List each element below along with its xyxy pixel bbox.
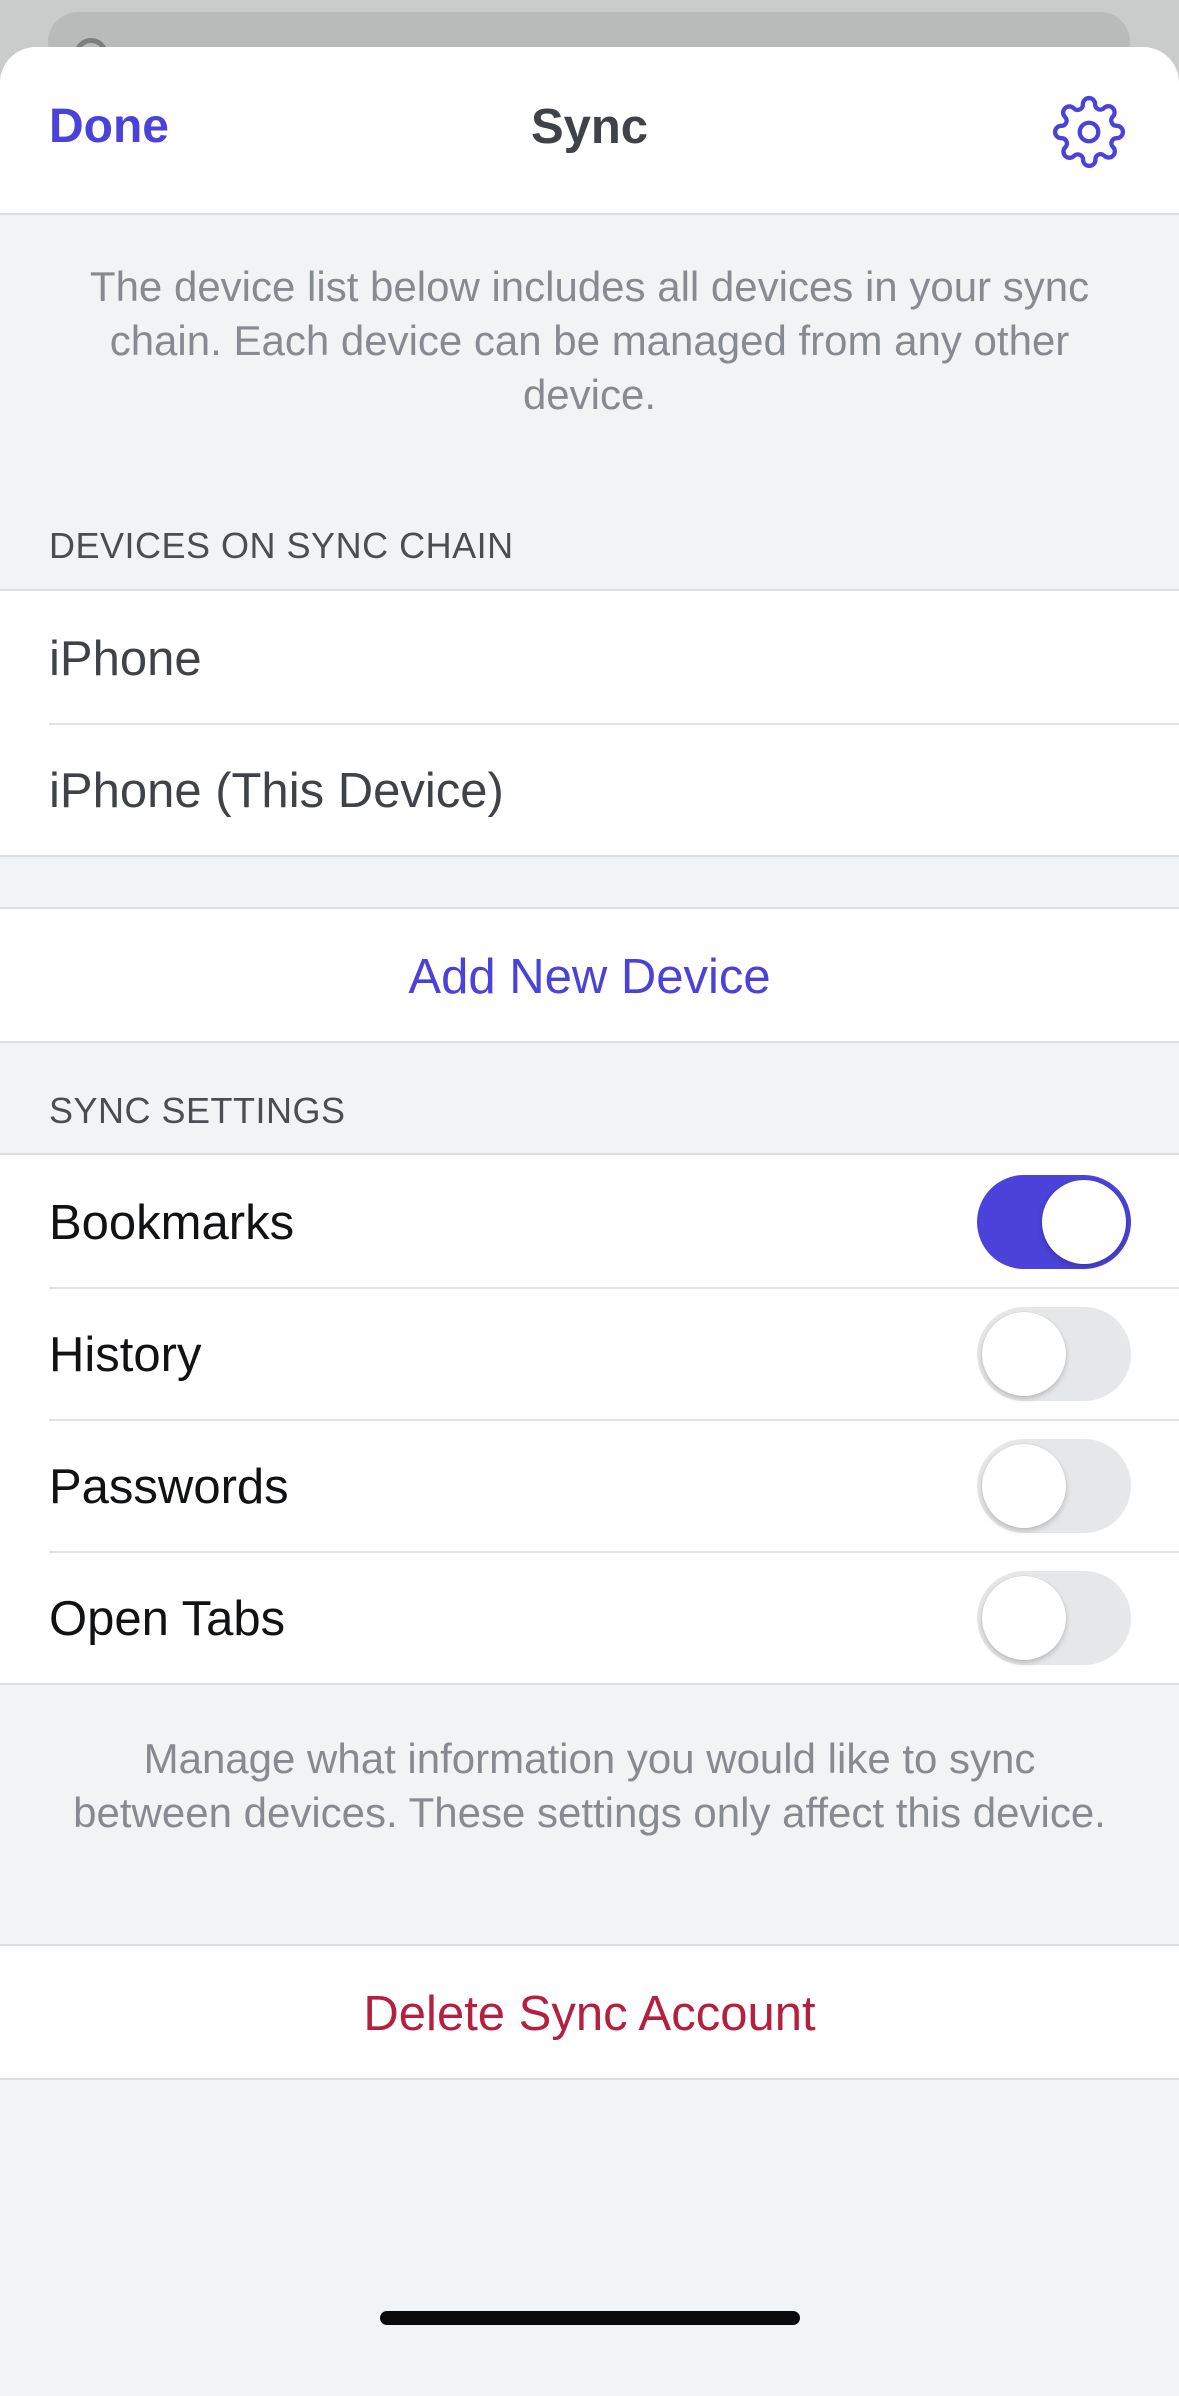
sync-setting-open-tabs: Open Tabs [0,1551,1179,1683]
device-list-description: The device list below includes all devic… [89,263,1090,418]
sync-setting-history: History [0,1287,1179,1419]
history-toggle[interactable] [977,1307,1131,1401]
sync-setting-bookmarks: Bookmarks [0,1155,1179,1287]
add-new-device-button[interactable]: Add New Device [0,909,1179,1041]
open-tabs-toggle[interactable] [977,1571,1131,1665]
device-label: iPhone [49,632,202,686]
toggle-knob [982,1312,1066,1396]
devices-section-header: DEVICES ON SYNC CHAIN [49,525,514,566]
device-list: iPhone iPhone (This Device) [0,589,1179,857]
setting-label: History [49,1328,202,1382]
sync-settings-list: Bookmarks History Passwords Open Tabs [0,1153,1179,1685]
navigation-bar: Done Sync [0,47,1179,215]
page-title: Sync [530,100,649,154]
settings-button[interactable] [1052,95,1126,169]
list-item-device[interactable]: iPhone (This Device) [0,723,1179,855]
sync-settings-section-header: SYNC SETTINGS [49,1090,346,1131]
toggle-knob [982,1576,1066,1660]
sync-settings-description: Manage what information you would like t… [73,1735,1106,1836]
passwords-toggle[interactable] [977,1439,1131,1533]
bookmarks-toggle[interactable] [977,1175,1131,1269]
toggle-knob [1042,1180,1126,1264]
add-new-device-label: Add New Device [408,950,771,1004]
setting-label: Open Tabs [49,1592,286,1646]
sync-setting-passwords: Passwords [0,1419,1179,1551]
list-item-device[interactable]: iPhone [0,591,1179,723]
delete-sync-account-button[interactable]: Delete Sync Account [0,1946,1179,2078]
sync-sheet: Done Sync The device list below includes… [0,47,1179,2396]
add-device-group: Add New Device [0,907,1179,1043]
setting-label: Passwords [49,1460,289,1514]
home-indicator [380,2311,800,2325]
gear-icon [1052,95,1126,169]
setting-label: Bookmarks [49,1196,295,1250]
delete-account-group: Delete Sync Account [0,1944,1179,2080]
toggle-knob [982,1444,1066,1528]
delete-sync-account-label: Delete Sync Account [363,1987,816,2041]
device-label: iPhone (This Device) [49,764,504,818]
